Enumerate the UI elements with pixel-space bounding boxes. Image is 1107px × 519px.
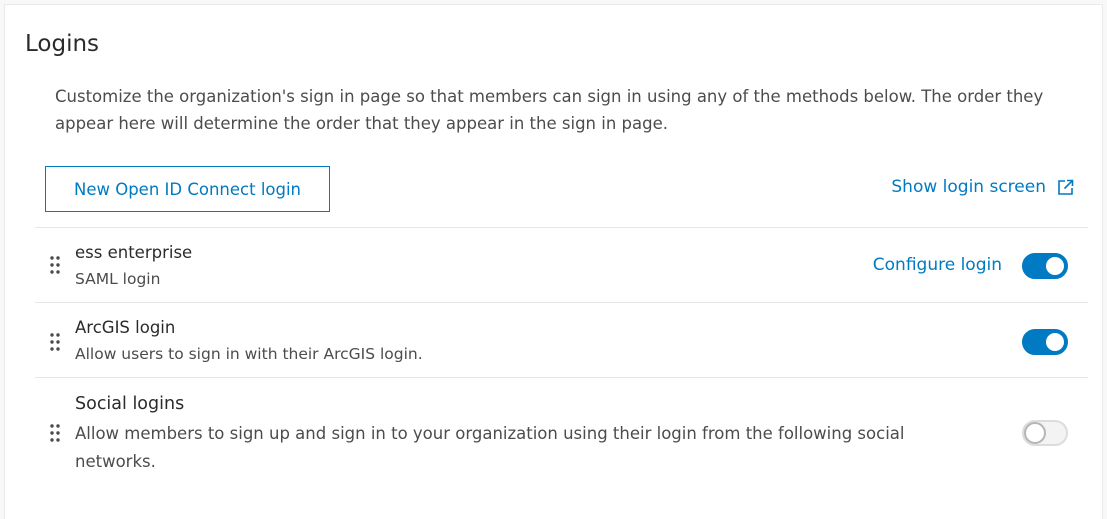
- login-toggle-ess-enterprise[interactable]: [1022, 253, 1068, 279]
- login-subtitle: Allow members to sign up and sign in to …: [75, 424, 905, 471]
- login-row-ess-enterprise: ess enterprise SAML login Configure logi…: [35, 227, 1088, 302]
- drag-handle-icon[interactable]: [49, 255, 61, 275]
- login-toggle-arcgis[interactable]: [1022, 329, 1068, 355]
- toggle-knob: [1024, 422, 1046, 444]
- section-description: Customize the organization's sign in pag…: [55, 87, 1044, 133]
- logins-panel: Logins Customize the organization's sign…: [4, 4, 1103, 519]
- section-title: Logins: [25, 31, 100, 57]
- login-subtitle: Allow users to sign in with their ArcGIS…: [75, 345, 423, 363]
- drag-handle-icon[interactable]: [49, 332, 61, 352]
- login-row-social: Social logins Allow members to sign up a…: [35, 377, 1088, 487]
- drag-handle-icon[interactable]: [49, 423, 61, 443]
- login-subtitle: SAML login: [75, 270, 161, 288]
- new-openid-connect-login-button[interactable]: New Open ID Connect login: [45, 166, 330, 212]
- login-title: Social logins: [75, 394, 185, 414]
- toggle-knob: [1044, 255, 1066, 277]
- login-title: ArcGIS login: [75, 318, 176, 337]
- configure-login-link[interactable]: Configure login: [873, 255, 1002, 275]
- login-row-arcgis: ArcGIS login Allow users to sign in with…: [35, 302, 1088, 377]
- external-link-icon: [1058, 179, 1074, 195]
- show-login-screen-link[interactable]: Show login screen: [891, 177, 1074, 197]
- login-title: ess enterprise: [75, 243, 193, 262]
- login-toggle-social[interactable]: [1022, 420, 1068, 446]
- toggle-knob: [1044, 331, 1066, 353]
- show-login-screen-label: Show login screen: [891, 177, 1046, 197]
